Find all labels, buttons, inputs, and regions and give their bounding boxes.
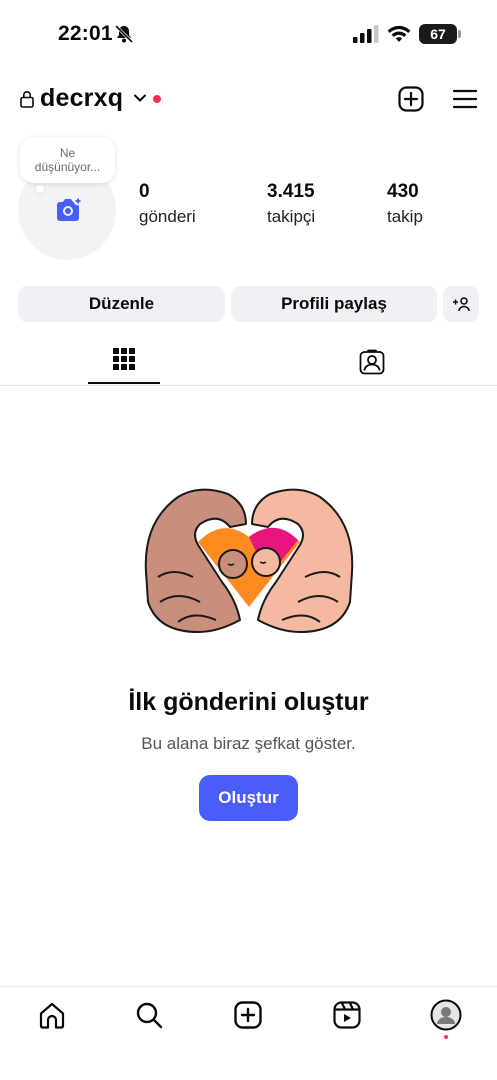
status-time: 22:01 [58, 22, 113, 45]
followers-count: 3.415 [267, 181, 315, 202]
create-icon[interactable] [232, 999, 264, 1031]
discover-people-button[interactable] [443, 286, 479, 322]
add-post-icon[interactable] [398, 86, 424, 112]
posts-count: 0 [139, 181, 150, 202]
edit-profile-button[interactable]: Düzenle [18, 286, 225, 322]
profile-header: decrxq [0, 80, 497, 120]
search-icon[interactable] [133, 999, 165, 1031]
followers-label: takipçi [267, 207, 316, 226]
note-line1: Ne [59, 146, 76, 160]
profile-notification-dot [444, 1035, 448, 1039]
following-label: takip [387, 207, 423, 226]
grid-icon [113, 348, 135, 370]
wifi-icon [387, 25, 411, 42]
bell-off-icon [114, 24, 134, 44]
status-indicators: 67 [353, 24, 461, 44]
username-switcher[interactable]: decrxq [40, 84, 123, 113]
menu-icon[interactable] [453, 88, 477, 110]
battery-icon: 67 [419, 24, 461, 44]
following-stat[interactable]: 430 takip [387, 181, 423, 229]
note-bubble[interactable]: Ne düşünüyor... [20, 137, 115, 183]
tab-posts-grid[interactable] [88, 345, 160, 385]
profile-icon[interactable] [430, 999, 462, 1031]
signal-icon [353, 25, 379, 43]
active-tab-indicator [88, 382, 160, 384]
followers-stat[interactable]: 3.415 takipçi [267, 181, 315, 229]
tabs-divider [0, 385, 497, 386]
share-profile-button[interactable]: Profili paylaş [231, 286, 437, 322]
heart-hands-illustration [144, 488, 354, 633]
posts-stat[interactable]: 0 gönderi [139, 181, 196, 229]
reels-icon[interactable] [331, 999, 363, 1031]
home-icon[interactable] [36, 999, 68, 1031]
notification-dot [153, 95, 161, 103]
chevron-down-icon[interactable] [133, 93, 147, 103]
empty-state-subtitle: Bu alana biraz şefkat göster. [141, 734, 356, 753]
add-photo-icon[interactable] [54, 196, 82, 224]
following-count: 430 [387, 181, 419, 202]
status-bar: 22:01 67 [0, 0, 497, 70]
battery-level: 67 [430, 26, 446, 42]
empty-state-title: İlk gönderini oluştur [128, 688, 369, 716]
note-line2: düşünüyor... [34, 160, 101, 174]
lock-icon [20, 91, 34, 108]
bottom-nav [0, 986, 497, 1080]
posts-label: gönderi [139, 207, 196, 226]
add-person-icon [453, 297, 470, 312]
create-post-button[interactable]: Oluştur [199, 775, 298, 821]
tagged-icon[interactable] [359, 349, 385, 375]
note-bubble-tail [36, 185, 44, 193]
